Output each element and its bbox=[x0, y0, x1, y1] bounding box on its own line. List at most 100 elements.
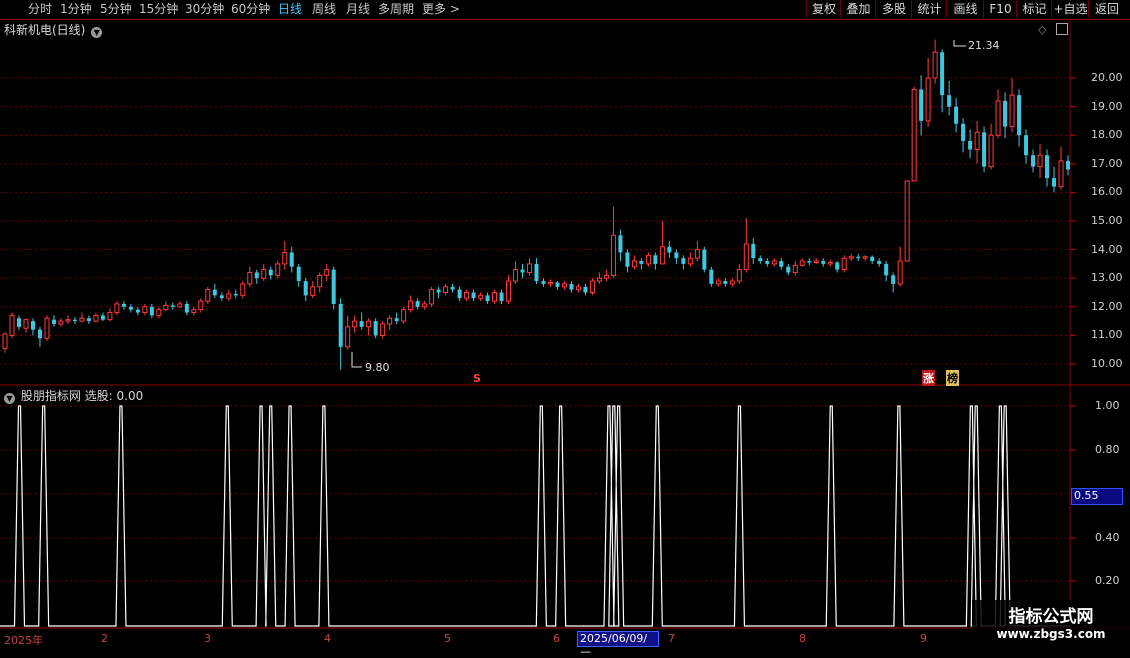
price-tick-label: 11.00 bbox=[1091, 328, 1123, 342]
candlestick-chart[interactable] bbox=[0, 0, 1130, 650]
candle-body-up bbox=[694, 249, 700, 259]
candle-body-down bbox=[135, 309, 140, 313]
candle-body-down bbox=[807, 261, 812, 263]
candle-body-down bbox=[170, 305, 175, 307]
candle-body-up bbox=[380, 323, 386, 336]
candle-body-down bbox=[961, 123, 966, 141]
toolbar-button-1[interactable]: 叠加 bbox=[840, 0, 876, 18]
candle-body-down bbox=[100, 315, 105, 320]
diamond-icon[interactable]: ◇ bbox=[1038, 23, 1046, 36]
candle-body-down bbox=[674, 252, 679, 259]
candle-body-down bbox=[779, 261, 784, 267]
candle-body-up bbox=[841, 257, 847, 271]
candle-body-down bbox=[653, 255, 658, 264]
candle-body-down bbox=[520, 269, 525, 273]
period-tab-9[interactable]: 多周期 bbox=[378, 1, 414, 18]
price-tick-label: 10.00 bbox=[1091, 357, 1123, 370]
period-tab-1[interactable]: 1分钟 bbox=[60, 1, 92, 18]
price-tick-label: 13.00 bbox=[1091, 271, 1123, 285]
candle-body-down bbox=[51, 319, 56, 324]
period-tab-6[interactable]: 日线 bbox=[278, 1, 302, 18]
date-tick-label: 4 bbox=[324, 632, 331, 645]
toolbar-button-7[interactable]: +自选 bbox=[1051, 0, 1089, 18]
candle-body-up bbox=[729, 280, 735, 285]
indicator-tick-label: 0.40 bbox=[1095, 531, 1120, 544]
toolbar-button-3[interactable]: 统计 bbox=[911, 0, 947, 18]
candle-body-up bbox=[736, 269, 742, 282]
candle-body-up bbox=[65, 319, 71, 322]
candle-body-down bbox=[835, 262, 840, 270]
indicator-formula-label: 股朋指标网 选股: 0.00 bbox=[20, 389, 144, 403]
chevron-down-icon[interactable]: ▼ bbox=[91, 27, 103, 38]
candle-body-down bbox=[919, 89, 924, 121]
window-toggle-icon[interactable] bbox=[1056, 23, 1068, 35]
candle-body-up bbox=[1037, 154, 1043, 168]
candle-body-up bbox=[156, 309, 162, 316]
price-tick-label: 18.00 bbox=[1091, 128, 1123, 142]
period-tab-10[interactable]: 更多 > bbox=[422, 1, 460, 18]
candle-body-up bbox=[862, 256, 868, 259]
candle-body-down bbox=[765, 261, 770, 264]
signal-bang-marker: 榜 bbox=[946, 370, 959, 386]
candle-body-down bbox=[1052, 178, 1057, 187]
candle-body-up bbox=[324, 269, 330, 276]
toolbar-button-0[interactable]: 复权 bbox=[806, 0, 841, 18]
candle-body-down bbox=[583, 286, 588, 293]
date-tick-label: 3 bbox=[204, 632, 211, 645]
cursor-value: 0.55 bbox=[1074, 489, 1099, 502]
candle-body-down bbox=[884, 263, 889, 276]
candle-body-up bbox=[771, 260, 777, 265]
candle-body-up bbox=[177, 303, 183, 308]
toolbar-button-8[interactable]: 返回 bbox=[1088, 0, 1125, 18]
cursor-date: 2025/06/09/— bbox=[580, 632, 648, 658]
period-tab-8[interactable]: 月线 bbox=[346, 1, 370, 18]
date-tick-label: 5 bbox=[444, 632, 451, 645]
candle-body-up bbox=[93, 314, 99, 322]
candle-body-up bbox=[2, 333, 8, 349]
candle-body-down bbox=[982, 132, 987, 167]
candle-body-up bbox=[743, 243, 749, 271]
candle-body-up bbox=[932, 51, 938, 79]
candle-body-up bbox=[1009, 94, 1015, 128]
candle-body-down bbox=[1003, 100, 1008, 127]
candle-body-up bbox=[1058, 160, 1064, 188]
period-tab-7[interactable]: 周线 bbox=[312, 1, 336, 18]
period-tab-3[interactable]: 15分钟 bbox=[139, 1, 178, 18]
chevron-down-icon[interactable]: ▼ bbox=[4, 393, 15, 404]
candle-body-up bbox=[261, 269, 267, 279]
toolbar-button-6[interactable]: 标记 bbox=[1016, 0, 1052, 18]
candle-body-down bbox=[891, 275, 896, 284]
candle-body-up bbox=[107, 312, 113, 321]
candle-body-up bbox=[226, 293, 232, 299]
candle-body-up bbox=[513, 269, 519, 282]
candle-body-down bbox=[639, 261, 644, 264]
candle-body-up bbox=[925, 77, 931, 122]
candle-body-up bbox=[408, 300, 414, 311]
period-tab-2[interactable]: 5分钟 bbox=[100, 1, 132, 18]
candle-body-down bbox=[415, 301, 420, 307]
candle-body-up bbox=[631, 260, 637, 268]
candle-body-up bbox=[317, 274, 323, 288]
period-tab-0[interactable]: 分时 bbox=[28, 1, 52, 18]
candle-body-down bbox=[296, 266, 301, 282]
candle-body-down bbox=[16, 318, 21, 327]
low-pointer bbox=[351, 352, 362, 368]
candle-body-down bbox=[289, 252, 294, 267]
toolbar-button-2[interactable]: 多股 bbox=[875, 0, 912, 18]
toolbar-button-4[interactable]: 画线 bbox=[946, 0, 984, 18]
price-tick-label: 19.00 bbox=[1091, 99, 1123, 113]
period-tab-5[interactable]: 60分钟 bbox=[231, 1, 270, 18]
stock-title: 科新机电(日线) bbox=[4, 23, 86, 37]
candle-body-up bbox=[44, 317, 50, 339]
candle-body-up bbox=[974, 131, 980, 150]
candle-body-down bbox=[485, 295, 490, 302]
toolbar-button-5[interactable]: F10 bbox=[983, 0, 1017, 18]
candle-body-down bbox=[940, 52, 945, 96]
price-tick-label: 12.00 bbox=[1091, 299, 1123, 313]
candle-body-up bbox=[813, 260, 819, 263]
candle-body-down bbox=[331, 269, 336, 304]
price-tick-label: 14.00 bbox=[1091, 242, 1123, 256]
candle-body-up bbox=[282, 251, 288, 265]
candle-body-down bbox=[702, 249, 707, 270]
period-tab-4[interactable]: 30分钟 bbox=[185, 1, 224, 18]
